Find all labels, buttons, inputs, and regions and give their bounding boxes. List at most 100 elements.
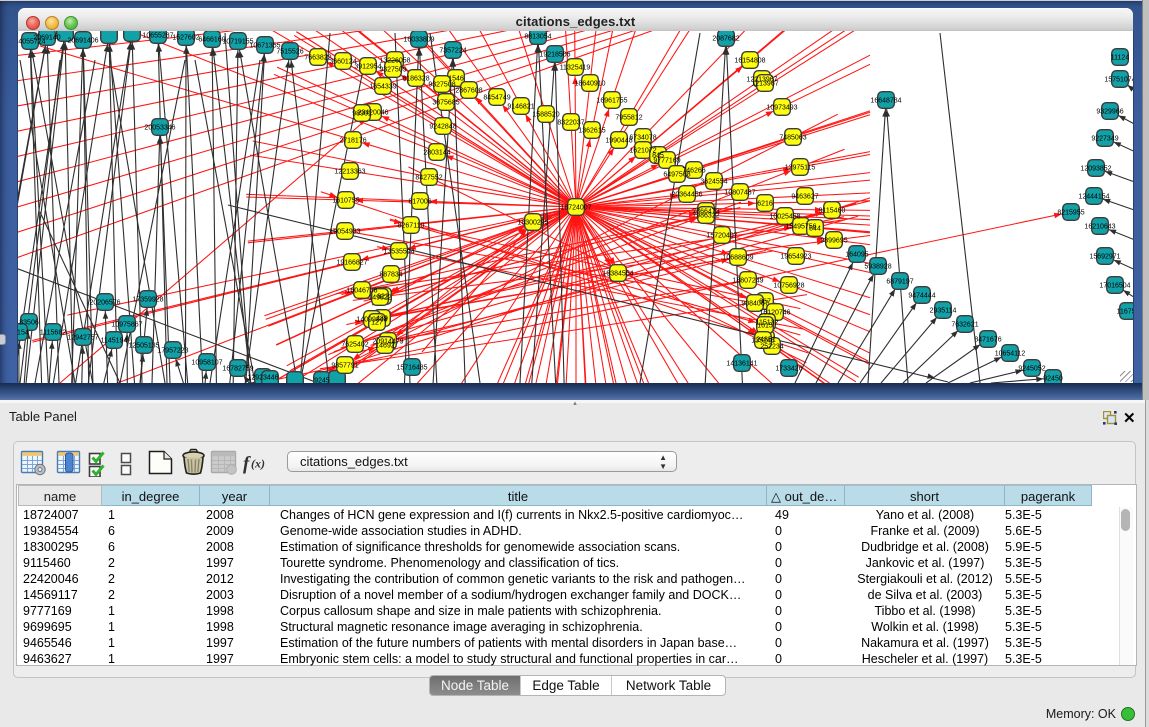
svg-text:10807487: 10807487 [724, 190, 755, 197]
svg-text:10025458: 10025458 [769, 214, 800, 221]
svg-text:18300295: 18300295 [517, 220, 548, 227]
svg-text:8427552: 8427552 [415, 175, 442, 182]
svg-text:16154808: 16154808 [734, 58, 765, 65]
svg-text:887834: 887834 [379, 272, 402, 279]
svg-text:19218506: 19218506 [539, 52, 570, 59]
svg-text:92450: 92450 [1043, 376, 1063, 383]
svg-text:9084067: 9084067 [741, 301, 768, 308]
svg-text:16210643: 16210643 [1084, 224, 1115, 231]
svg-text:15720407: 15720407 [706, 233, 737, 240]
svg-text:8267110: 8267110 [398, 223, 425, 230]
svg-text:19654923: 19654923 [780, 254, 811, 261]
svg-text:3912954: 3912954 [354, 64, 381, 71]
svg-text:1362615: 1362615 [578, 128, 605, 135]
svg-text:116753: 116753 [1117, 309, 1133, 316]
svg-text:12975115: 12975115 [785, 165, 816, 172]
svg-text:9146821: 9146821 [507, 104, 534, 111]
svg-text:13226058: 13226058 [379, 58, 410, 65]
svg-text:9327509: 9327509 [379, 67, 406, 74]
svg-text:7663822: 7663822 [304, 55, 331, 62]
svg-text:9115460: 9115460 [819, 208, 846, 215]
svg-text:1733426: 1733426 [775, 366, 802, 373]
svg-text:8186328: 8186328 [402, 76, 429, 83]
svg-text:83506: 83506 [19, 320, 39, 327]
svg-text:17016504: 17016504 [1099, 283, 1130, 290]
svg-text:1115682: 1115682 [40, 330, 66, 337]
svg-text:8322037: 8322037 [557, 120, 584, 127]
svg-text:9857791: 9857791 [331, 363, 358, 370]
svg-text:14692: 14692 [375, 343, 395, 350]
svg-text:20206576: 20206576 [89, 300, 120, 307]
svg-text:12093852: 12093852 [1080, 166, 1111, 173]
svg-text:19384554: 19384554 [602, 271, 633, 278]
svg-text:9777169: 9777169 [653, 158, 680, 165]
svg-text:9242848: 9242848 [429, 124, 456, 131]
svg-text:11124: 11124 [1111, 55, 1130, 62]
svg-text:11325419: 11325419 [560, 65, 591, 72]
svg-text:7515526: 7515526 [276, 49, 303, 56]
svg-text:12923446: 12923446 [247, 375, 278, 382]
svg-text:12213363: 12213363 [334, 169, 365, 176]
svg-text:9227349: 9227349 [1091, 136, 1118, 143]
svg-text:2718176: 2718176 [339, 138, 366, 145]
svg-text:10975867: 10975867 [111, 322, 142, 329]
svg-text:6734078: 6734078 [629, 135, 656, 142]
svg-text:18724007: 18724007 [560, 205, 591, 212]
svg-text:16648784: 16648784 [870, 98, 901, 105]
svg-text:16046738: 16046738 [346, 288, 377, 295]
svg-text:15751074: 15751074 [1104, 77, 1133, 84]
svg-text:8454749: 8454749 [483, 95, 510, 102]
svg-text:12505135: 12505135 [128, 343, 159, 350]
svg-text:14136141: 14136141 [726, 361, 757, 368]
svg-text:17359928: 17359928 [132, 297, 163, 304]
svg-text:16033809: 16033809 [403, 37, 434, 44]
svg-text:1588520: 1588520 [532, 112, 559, 119]
svg-text:9329966: 9329966 [1096, 109, 1123, 116]
svg-text:10654112: 10654112 [995, 351, 1026, 358]
svg-text:746266: 746266 [682, 168, 705, 175]
svg-text:98901: 98901 [352, 111, 372, 118]
svg-text:19054933: 19054933 [329, 229, 360, 236]
svg-text:9245052: 9245052 [1018, 366, 1045, 373]
svg-text:10756928: 10756928 [773, 283, 804, 290]
svg-text:5938928: 5938928 [864, 264, 891, 271]
svg-text:1145194: 1145194 [101, 338, 128, 345]
svg-text:8813054: 8813054 [524, 34, 551, 41]
svg-text:19166827: 19166827 [336, 260, 367, 267]
svg-text:3660124: 3660124 [329, 59, 356, 66]
svg-text:f: f [243, 454, 251, 475]
svg-text:817006: 817006 [408, 199, 431, 206]
svg-text:7632621: 7632621 [951, 322, 978, 329]
svg-text:3875685: 3875685 [432, 100, 459, 107]
svg-text:17957223: 17957223 [157, 348, 188, 355]
svg-text:1654339: 1654339 [369, 84, 396, 91]
svg-text:7357224: 7357224 [439, 48, 466, 55]
svg-text:16961755: 16961755 [596, 98, 627, 105]
svg-text:12444154: 12444154 [1078, 194, 1109, 201]
svg-text:7625402: 7625402 [341, 342, 368, 349]
svg-text:8471676: 8471676 [974, 337, 1001, 344]
svg-text:2803144: 2803144 [423, 150, 450, 157]
svg-text:8215955: 8215955 [1057, 210, 1084, 217]
svg-text:13535594: 13535594 [383, 249, 414, 256]
svg-text:3624554: 3624554 [700, 179, 727, 186]
svg-text:9899695: 9899695 [820, 238, 847, 245]
svg-text:12942757: 12942757 [67, 335, 98, 342]
svg-text:1213967: 1213967 [751, 81, 778, 88]
svg-text:164095: 164095 [845, 252, 868, 259]
svg-text:20364456: 20364456 [671, 192, 702, 199]
svg-text:2867608: 2867608 [455, 88, 482, 95]
svg-text:1527602: 1527602 [172, 35, 199, 42]
svg-text:2087682: 2087682 [712, 36, 739, 43]
svg-text:15692971: 15692971 [1089, 254, 1120, 261]
svg-text:149822: 149822 [368, 295, 391, 302]
svg-text:10655287: 10655287 [142, 33, 173, 40]
svg-text:6216: 6216 [757, 201, 773, 208]
svg-text:6879197: 6879197 [886, 279, 913, 286]
svg-text:1610755: 1610755 [332, 198, 359, 205]
svg-text:18640910: 18640910 [574, 81, 605, 88]
svg-text:9463627: 9463627 [791, 194, 818, 201]
svg-text:39154: 39154 [18, 330, 29, 337]
svg-text:2935114: 2935114 [930, 308, 957, 315]
svg-text:10688609: 10688609 [722, 255, 753, 262]
